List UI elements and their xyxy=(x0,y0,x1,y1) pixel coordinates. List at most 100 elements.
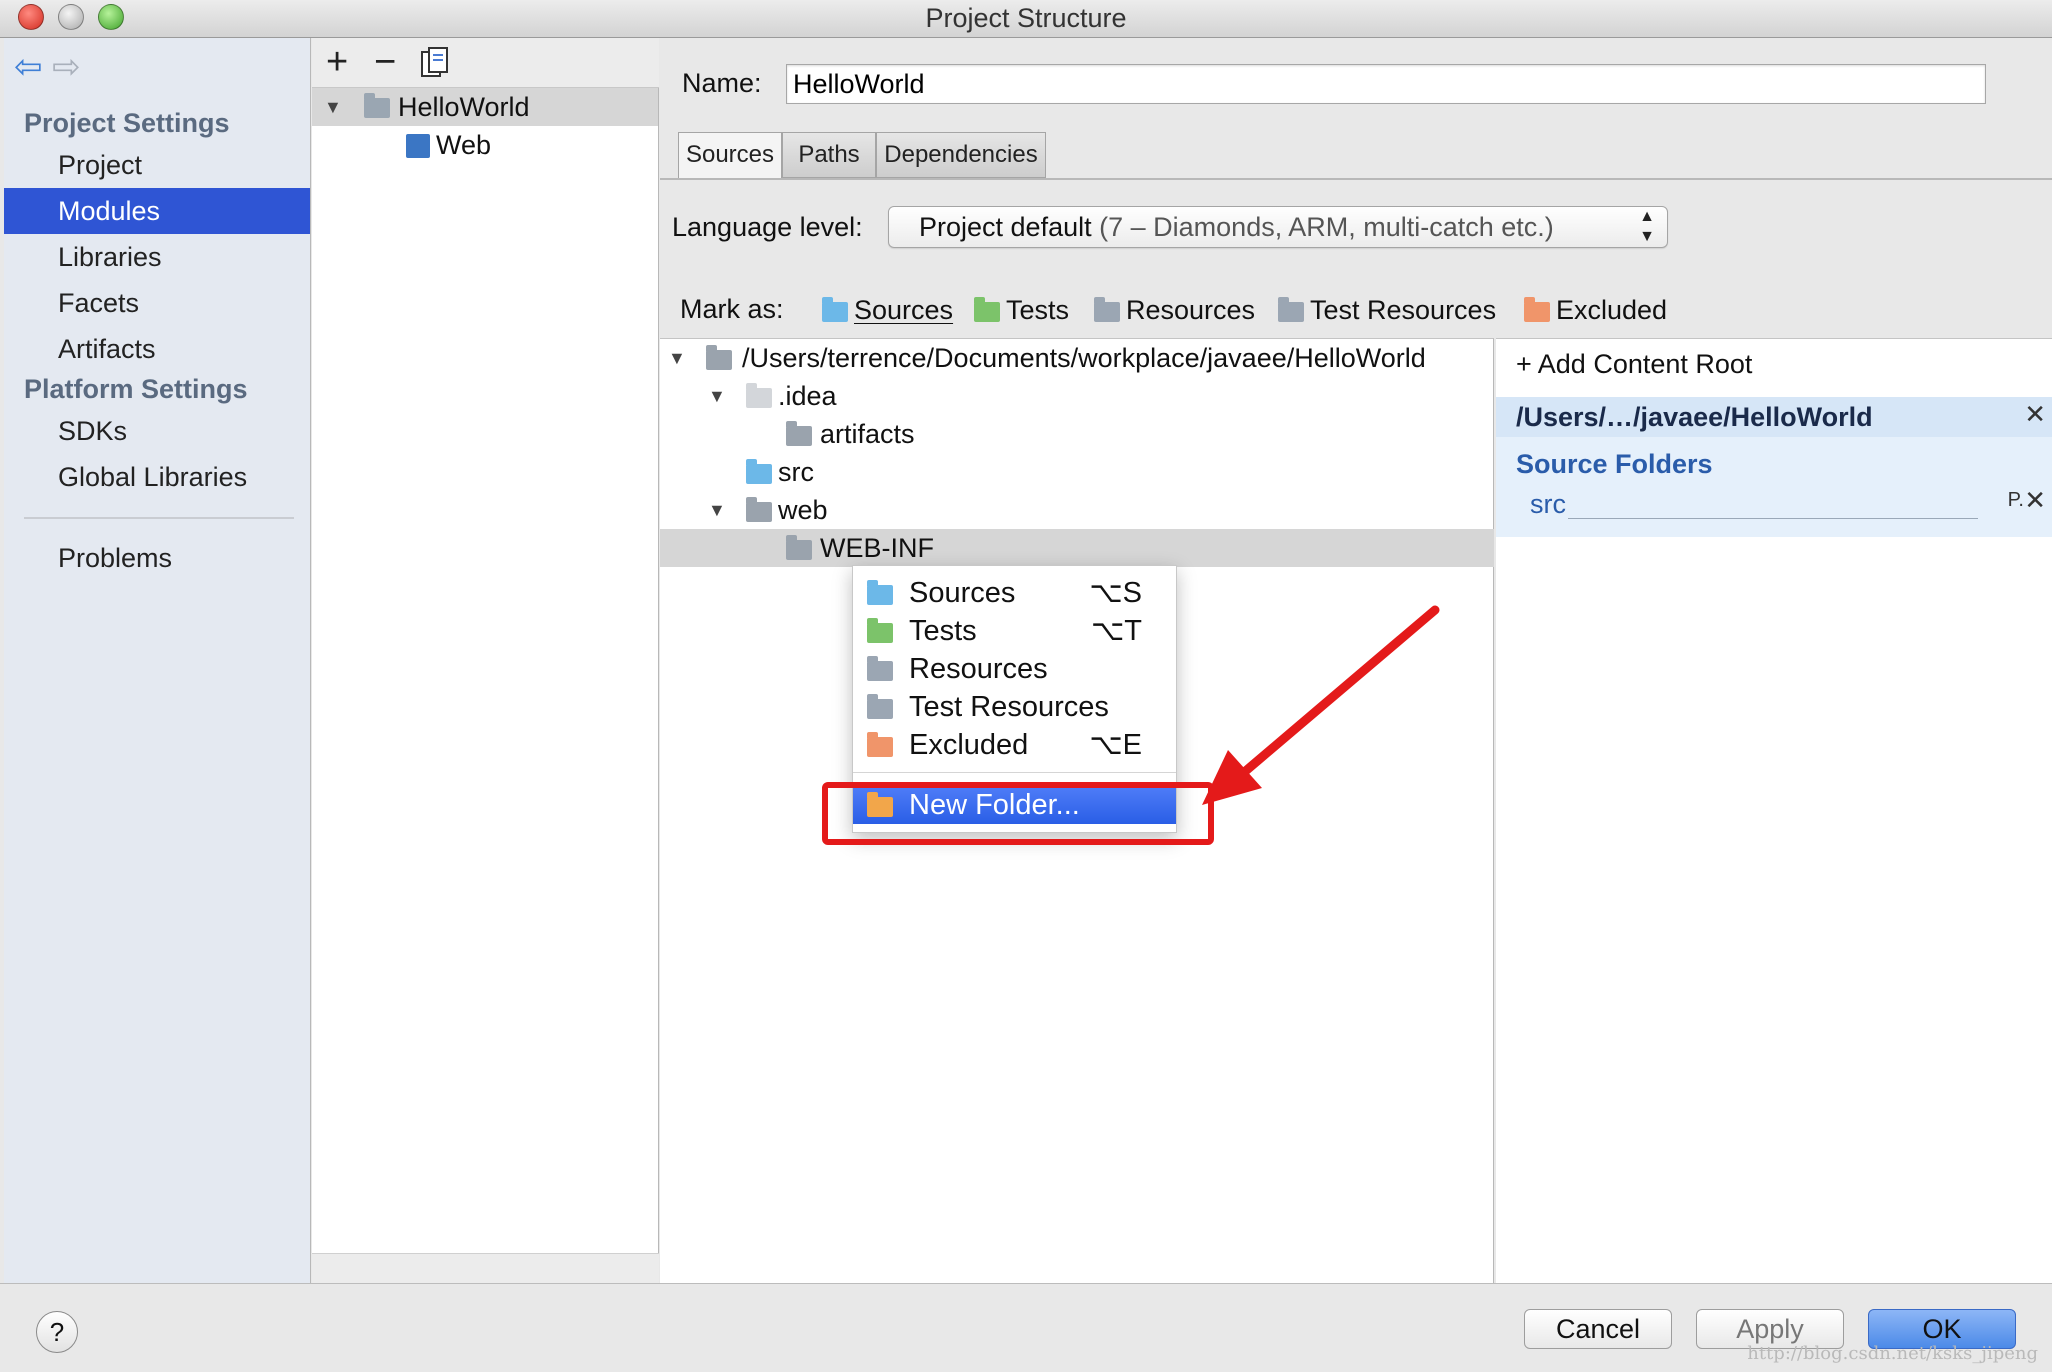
add-content-root-button[interactable]: + Add Content Root xyxy=(1516,349,1752,380)
tree-item-label: web xyxy=(778,495,828,525)
content-root-path: /Users/…/javaee/HelloWorld xyxy=(1496,397,2052,437)
tree-item-artifacts[interactable]: artifacts xyxy=(660,415,1494,453)
sidebar-item-modules[interactable]: Modules xyxy=(4,188,310,234)
mark-sources-button[interactable]: Sources xyxy=(820,292,953,328)
sidebar-item-artifacts[interactable]: Artifacts xyxy=(4,326,310,372)
mark-resources-button[interactable]: Resources xyxy=(1092,292,1255,328)
annotation-arrow-icon xyxy=(1202,605,1440,805)
cancel-button[interactable]: Cancel xyxy=(1524,1309,1672,1349)
name-label: Name: xyxy=(682,68,762,98)
expand-triangle-icon[interactable]: ▼ xyxy=(324,88,342,126)
mark-test-resources-label: Test Resources xyxy=(1310,295,1497,325)
expand-triangle-icon[interactable]: ▼ xyxy=(668,339,686,377)
tree-item-web-inf[interactable]: WEB-INF xyxy=(660,529,1494,567)
tree-item-label: /Users/terrence/Documents/workplace/java… xyxy=(742,343,1426,373)
sidebar-divider xyxy=(24,517,294,519)
menu-item-excluded[interactable]: Excluded ⌥E xyxy=(853,726,1176,764)
menu-item-label: Resources xyxy=(909,653,1048,685)
tree-item-label: .idea xyxy=(778,381,837,411)
facet-label: Web xyxy=(436,130,492,160)
mark-tests-button[interactable]: Tests xyxy=(972,292,1069,328)
resources-folder-icon xyxy=(1094,297,1120,322)
excluded-folder-icon xyxy=(867,732,893,757)
tree-item-label: artifacts xyxy=(820,419,915,449)
source-folder-underline xyxy=(1568,518,1978,519)
title-bar: Project Structure xyxy=(0,0,2052,38)
sidebar-item-libraries[interactable]: Libraries xyxy=(4,234,310,280)
tree-item-web[interactable]: ▼ web xyxy=(660,491,1494,529)
copy-module-icon[interactable] xyxy=(420,46,450,88)
mark-excluded-button[interactable]: Excluded xyxy=(1522,292,1667,328)
back-arrow-icon[interactable]: ⇦ xyxy=(14,50,43,84)
tab-divider xyxy=(660,178,2052,180)
module-item-web[interactable]: Web xyxy=(312,126,658,164)
language-level-select[interactable]: Project default (7 – Diamonds, ARM, mult… xyxy=(888,206,1668,248)
sources-folder-icon xyxy=(822,297,848,322)
mark-excluded-label: Excluded xyxy=(1556,295,1668,325)
menu-item-tests[interactable]: Tests ⌥T xyxy=(853,612,1176,650)
test-resources-folder-icon xyxy=(1278,297,1304,322)
sidebar-item-project[interactable]: Project xyxy=(4,142,310,188)
source-folder-properties-button[interactable]: P. xyxy=(2008,489,2024,512)
excluded-folder-icon xyxy=(1524,297,1550,322)
expand-triangle-icon[interactable]: ▼ xyxy=(708,377,726,415)
tree-item-label: WEB-INF xyxy=(820,533,934,563)
sidebar-item-facets[interactable]: Facets xyxy=(4,280,310,326)
sidebar-item-sdks[interactable]: SDKs xyxy=(4,408,310,454)
sidebar-item-global-libraries[interactable]: Global Libraries xyxy=(4,454,310,500)
platform-settings-header: Platform Settings xyxy=(24,374,248,404)
menu-separator xyxy=(853,772,1176,773)
menu-shortcut: ⌥S xyxy=(1089,577,1142,609)
mark-sources-label: Sources xyxy=(854,295,954,325)
content-root-box: /Users/…/javaee/HelloWorld ✕ Source Fold… xyxy=(1496,397,2052,537)
menu-item-label: Test Resources xyxy=(909,691,1109,723)
select-arrows-icon: ▲ ▼ xyxy=(1639,208,1655,245)
tab-dependencies[interactable]: Dependencies xyxy=(876,132,1046,178)
module-name-input[interactable] xyxy=(786,64,1986,104)
highlight-box xyxy=(822,782,1214,845)
help-button[interactable]: ? xyxy=(36,1311,78,1353)
remove-source-folder-icon[interactable]: ✕ xyxy=(2024,485,2046,516)
folder-icon xyxy=(746,497,772,522)
menu-shortcut: ⌥E xyxy=(1089,729,1142,761)
add-module-button[interactable]: + xyxy=(326,42,348,82)
language-level-label: Language level: xyxy=(672,212,863,242)
tests-folder-icon xyxy=(867,618,893,643)
mark-test-resources-button[interactable]: Test Resources xyxy=(1276,292,1496,328)
menu-item-label: Excluded xyxy=(909,729,1029,761)
module-toolbar: + − xyxy=(312,38,659,88)
resources-folder-icon xyxy=(867,656,893,681)
settings-sidebar: ⇦ ⇨ Project Settings Project Modules Lib… xyxy=(4,38,311,1283)
folder-icon xyxy=(786,535,812,560)
folder-icon xyxy=(786,421,812,446)
tab-sources[interactable]: Sources xyxy=(678,132,782,180)
folder-icon xyxy=(706,345,732,370)
dialog-button-bar: ? Cancel Apply OK http://blog.csdn.net/k… xyxy=(0,1283,2052,1372)
source-folders-header: Source Folders xyxy=(1516,449,1713,479)
module-item-helloworld[interactable]: ▼ HelloWorld xyxy=(312,88,658,126)
expand-triangle-icon[interactable]: ▼ xyxy=(708,491,726,529)
tab-paths[interactable]: Paths xyxy=(782,132,876,178)
remove-module-button[interactable]: − xyxy=(374,42,396,82)
forward-arrow-icon[interactable]: ⇨ xyxy=(52,50,81,84)
tree-item-idea[interactable]: ▼ .idea xyxy=(660,377,1494,415)
remove-content-root-icon[interactable]: ✕ xyxy=(2024,399,2046,430)
sidebar-item-problems[interactable]: Problems xyxy=(4,535,310,581)
module-tree-panel: + − ▼ HelloWorld Web xyxy=(312,38,659,1283)
tree-item-src[interactable]: src xyxy=(660,453,1494,491)
module-folder-icon xyxy=(364,93,390,118)
window-title: Project Structure xyxy=(925,3,1127,33)
web-facet-icon xyxy=(406,134,430,158)
language-level-value: Project default xyxy=(919,212,1092,242)
test-resources-folder-icon xyxy=(867,694,893,719)
source-folder-item: src xyxy=(1530,489,1566,519)
project-settings-header: Project Settings xyxy=(24,108,230,138)
mark-tests-label: Tests xyxy=(1006,295,1070,325)
sources-folder-icon xyxy=(746,459,772,484)
menu-item-resources[interactable]: Resources xyxy=(853,650,1176,688)
menu-item-test-resources[interactable]: Test Resources xyxy=(853,688,1176,726)
menu-item-sources[interactable]: Sources ⌥S xyxy=(853,574,1176,612)
tree-item-root[interactable]: ▼ /Users/terrence/Documents/workplace/ja… xyxy=(660,339,1494,377)
mark-as-label: Mark as: xyxy=(680,294,784,324)
watermark-text: http://blog.csdn.net/ksks_jipeng xyxy=(1747,1343,2038,1364)
